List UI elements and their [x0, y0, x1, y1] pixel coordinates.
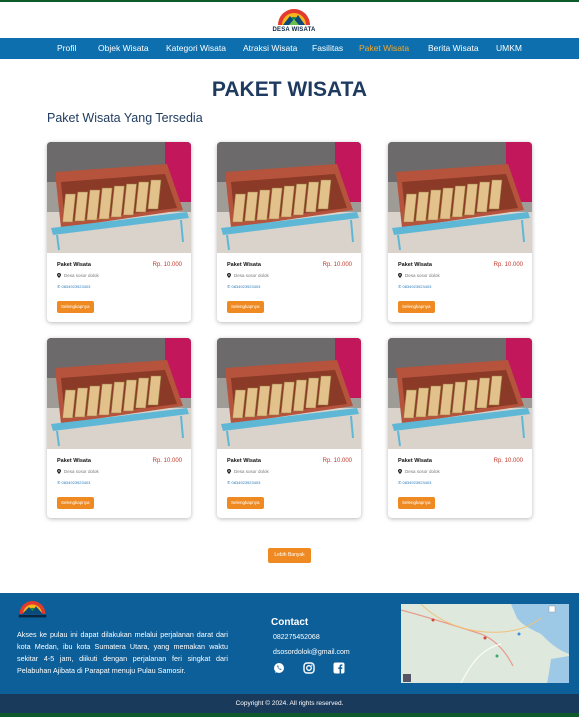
card-photo [217, 142, 361, 253]
card-image[interactable] [47, 338, 191, 449]
card-location: Desa sosor dolok [227, 469, 269, 474]
facebook-icon[interactable] [333, 662, 345, 674]
card-title: Paket Wisata [57, 262, 91, 268]
site-header: DESA WISATA [0, 2, 579, 38]
nav-item-paket-wisata[interactable]: Paket Wisata [359, 43, 409, 53]
card-image[interactable] [47, 142, 191, 253]
card-price: Rp. 10.000 [493, 458, 523, 464]
location-pin-icon [57, 469, 61, 474]
card-title: Paket Wisata [227, 262, 261, 268]
footer-logo-icon[interactable] [17, 600, 48, 621]
card-photo [47, 142, 191, 253]
card-phone-text: 0834923923403 [61, 480, 91, 485]
card-title: Paket Wisata [398, 262, 432, 268]
card-location-text: Desa sosor dolok [64, 469, 99, 474]
nav-item-objek-wisata[interactable]: Objek Wisata [98, 43, 149, 53]
logo-text: DESA WISATA [272, 27, 316, 33]
map-graphic [401, 604, 569, 683]
card-phone[interactable]: ✆ 0834923923403 [227, 480, 260, 485]
package-card[interactable]: Paket Wisata Rp. 10.000 Desa sosor dolok… [388, 142, 532, 322]
card-price: Rp. 10.000 [322, 458, 352, 464]
nav-item-profil[interactable]: Profil [57, 43, 76, 53]
card-photo [217, 338, 361, 449]
card-location-text: Desa sosor dolok [234, 273, 269, 278]
contact-phone[interactable]: 082275452068 [273, 634, 320, 641]
card-title: Paket Wisata [227, 458, 261, 464]
nav-item-berita-wisata[interactable]: Berita Wisata [428, 43, 479, 53]
nav-item-atraksi-wisata[interactable]: Atraksi Wisata [243, 43, 297, 53]
more-button[interactable]: Lebih Banyak [268, 548, 311, 563]
card-title: Paket Wisata [398, 458, 432, 464]
card-detail-button[interactable]: Selengkapnya [57, 301, 94, 313]
package-card[interactable]: Paket Wisata Rp. 10.000 Desa sosor dolok… [47, 142, 191, 322]
card-price: Rp. 10.000 [152, 262, 182, 268]
whatsapp-icon[interactable] [273, 662, 285, 674]
location-pin-icon [57, 273, 61, 278]
logo-emblem-icon [278, 9, 310, 25]
package-card[interactable]: Paket Wisata Rp. 10.000 Desa sosor dolok… [47, 338, 191, 518]
card-detail-button[interactable]: Selengkapnya [227, 497, 264, 509]
card-location: Desa sosor dolok [227, 273, 269, 278]
card-photo [47, 338, 191, 449]
card-image[interactable] [217, 142, 361, 253]
package-card[interactable]: Paket Wisata Rp. 10.000 Desa sosor dolok… [388, 338, 532, 518]
card-phone[interactable]: ✆ 0834923923403 [57, 284, 90, 289]
card-location: Desa sosor dolok [57, 273, 99, 278]
bottom-accent-line [0, 713, 579, 717]
copyright: Copyright © 2024. All rights reserved. [0, 694, 579, 713]
nav-item-umkm[interactable]: UMKM [496, 43, 522, 53]
location-pin-icon [398, 469, 402, 474]
section-title: Paket Wisata Yang Tersedia [47, 111, 203, 125]
card-location: Desa sosor dolok [57, 469, 99, 474]
contact-email[interactable]: dsosordolok@gmail.com [273, 649, 350, 656]
site-logo[interactable]: DESA WISATA [272, 6, 316, 36]
location-pin-icon [227, 469, 231, 474]
nav-item-kategori-wisata[interactable]: Kategori Wisata [166, 43, 226, 53]
instagram-icon[interactable] [303, 662, 315, 674]
card-detail-button[interactable]: Selengkapnya [398, 497, 435, 509]
site-footer: Akses ke pulau ini dapat dilakukan melal… [0, 593, 579, 694]
card-location-text: Desa sosor dolok [405, 273, 440, 278]
card-price: Rp. 10.000 [152, 458, 182, 464]
card-image[interactable] [217, 338, 361, 449]
location-pin-icon [398, 273, 402, 278]
package-card[interactable]: Paket Wisata Rp. 10.000 Desa sosor dolok… [217, 142, 361, 322]
card-phone[interactable]: ✆ 0834923923403 [398, 284, 431, 289]
main-nav: Profil Objek Wisata Kategori Wisata Atra… [0, 38, 579, 59]
card-location: Desa sosor dolok [398, 273, 440, 278]
location-map[interactable] [401, 604, 569, 683]
card-location: Desa sosor dolok [398, 469, 440, 474]
card-phone-text: 0834923923403 [402, 480, 432, 485]
card-photo [388, 142, 532, 253]
card-price: Rp. 10.000 [493, 262, 523, 268]
card-image[interactable] [388, 338, 532, 449]
card-title: Paket Wisata [57, 458, 91, 464]
location-pin-icon [227, 273, 231, 278]
page-title: PAKET WISATA [211, 78, 368, 101]
card-phone[interactable]: ✆ 0834923923403 [227, 284, 260, 289]
card-detail-button[interactable]: Selengkapnya [227, 301, 264, 313]
nav-item-fasilitas[interactable]: Fasilitas [312, 43, 343, 53]
card-location-text: Desa sosor dolok [234, 469, 269, 474]
card-location-text: Desa sosor dolok [64, 273, 99, 278]
card-phone-text: 0834923923403 [231, 284, 261, 289]
card-phone[interactable]: ✆ 0834923923403 [398, 480, 431, 485]
card-phone-text: 0834923923403 [61, 284, 91, 289]
card-photo [388, 338, 532, 449]
card-phone-text: 0834923923403 [231, 480, 261, 485]
card-image[interactable] [388, 142, 532, 253]
contact-title: Contact [271, 617, 309, 628]
package-card[interactable]: Paket Wisata Rp. 10.000 Desa sosor dolok… [217, 338, 361, 518]
card-price: Rp. 10.000 [322, 262, 352, 268]
card-detail-button[interactable]: Selengkapnya [57, 497, 94, 509]
card-location-text: Desa sosor dolok [405, 469, 440, 474]
card-phone[interactable]: ✆ 0834923923403 [57, 480, 90, 485]
card-detail-button[interactable]: Selengkapnya [398, 301, 435, 313]
footer-description: Akses ke pulau ini dapat dilakukan melal… [17, 630, 228, 675]
card-phone-text: 0834923923403 [402, 284, 432, 289]
